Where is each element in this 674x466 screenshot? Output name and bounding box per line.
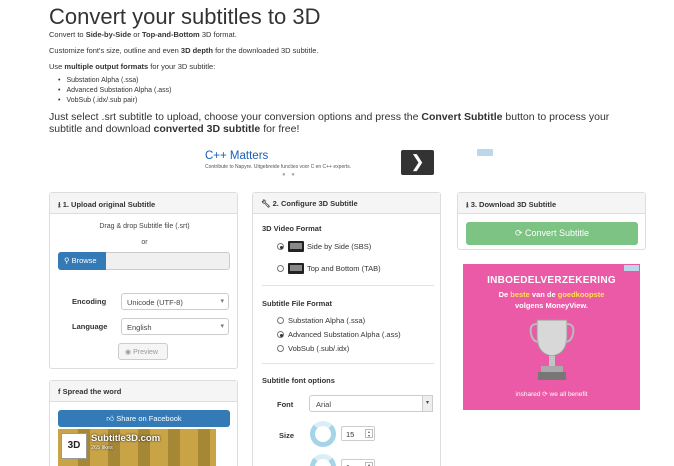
stepper-arrows-icon[interactable]: ▴▾	[365, 462, 373, 466]
option-vobsub[interactable]: VobSub (.sub/.idx)	[288, 344, 349, 353]
cover-stripe	[168, 429, 180, 466]
size-stepper[interactable]: 15 ▴ ▾	[341, 426, 375, 441]
convert-subtitle-button[interactable]: ⟳ Convert Subtitle	[466, 222, 638, 245]
preview-button[interactable]: ◉ Preview	[118, 343, 168, 360]
divider	[262, 363, 434, 364]
wrench-icon: 🔧︎	[261, 199, 273, 208]
chevron-down-icon: ▾	[422, 395, 433, 412]
or-text: or	[141, 239, 148, 246]
eye-icon: ◉	[125, 349, 134, 356]
font-select[interactable]: Arial ▾	[309, 395, 433, 412]
radio-ass[interactable]	[277, 331, 284, 338]
option-ass[interactable]: Advanced Substation Alpha (.ass)	[288, 330, 401, 339]
size-dial[interactable]	[310, 421, 336, 447]
list-item: Substation Alpha (.ssa)	[62, 76, 172, 86]
ad-title[interactable]: C++ Matters	[205, 150, 268, 162]
configure-panel-header: 🔧︎ 2. Configure 3D Subtitle	[253, 193, 440, 214]
size-label: Size	[279, 431, 295, 440]
side-advertisement[interactable]: INBOEDELVERZEKERING De beste van de goed…	[463, 264, 640, 410]
drag-drop-text: Drag & drop Subtitle file (.srt)	[99, 223, 190, 230]
file-format-label: Subtitle File Format	[262, 299, 333, 308]
output-formats-list: Substation Alpha (.ssa) Advanced Substat…	[62, 76, 172, 106]
divider	[262, 285, 434, 286]
radio-sbs[interactable]	[277, 243, 284, 250]
ad-heading: INBOEDELVERZEKERING	[487, 275, 616, 286]
browse-button[interactable]: ⚲ Browse	[58, 252, 106, 270]
tv-sbs-icon	[288, 241, 304, 252]
search-icon: ⚲	[64, 256, 72, 265]
spread-panel: f Spread the word 👍︎ Share on Facebook 3…	[49, 380, 238, 466]
outline-stepper[interactable]: 1 ▴▾	[341, 459, 375, 466]
encoding-select[interactable]: Unicode (UTF-8)	[121, 293, 229, 310]
page-name[interactable]: Subtitle3D.com	[91, 433, 160, 444]
ad-carousel-dots[interactable]: ● ●	[282, 172, 297, 178]
ad-tagline: De beste van de goedkoopste volgens Mone…	[498, 290, 605, 310]
adchoices-icon[interactable]	[624, 265, 639, 271]
option-sbs[interactable]: Side by Side (SBS)	[307, 242, 371, 251]
adchoices-icon[interactable]	[477, 149, 493, 156]
top-advertisement[interactable]: C++ Matters Contribute to Napyre. Uitgeb…	[200, 146, 440, 184]
file-input[interactable]: ⚲ Browse	[58, 252, 230, 270]
trophy-icon	[529, 319, 575, 380]
ad-footer: inshared ⟳ we all benefit	[515, 391, 588, 398]
tv-tab-icon	[288, 263, 304, 274]
list-item: VobSub (.idx/.sub pair)	[62, 96, 172, 106]
radio-vobsub[interactable]	[277, 345, 284, 352]
font-options-label: Subtitle font options	[262, 376, 335, 385]
option-ssa[interactable]: Substation Alpha (.ssa)	[288, 316, 365, 325]
upload-panel-header: ⭳ 1. Upload original Subtitle	[50, 193, 237, 214]
intro-line-format: Convert to Side-by-Side or Top-and-Botto…	[49, 30, 237, 39]
language-select[interactable]: English	[121, 318, 229, 335]
page-likes: 265 likes	[91, 445, 113, 451]
configure-panel: 🔧︎ 2. Configure 3D Subtitle 3D Video For…	[252, 192, 441, 466]
stepper-arrows-icon[interactable]: ▴▾	[365, 429, 373, 438]
page-title: Convert your subtitles to 3D	[49, 4, 321, 29]
font-label: Font	[277, 400, 294, 409]
download-panel: ⭳ 3. Download 3D Subtitle ⟳ Convert Subt…	[457, 192, 646, 250]
list-item: Advanced Substation Alpha (.ass)	[62, 86, 171, 96]
facebook-page-widget[interactable]: 3D Subtitle3D.com 265 likes	[58, 429, 216, 466]
intro-line-customize: Customize font's size, outline and even …	[49, 46, 319, 55]
intro-line-formats: Use multiple output formats for your 3D …	[49, 62, 216, 71]
ad-next-arrow-icon[interactable]: ❯	[401, 150, 434, 175]
outline-dial[interactable]	[310, 454, 336, 466]
radio-tab[interactable]	[277, 265, 284, 272]
encoding-label: Encoding	[72, 297, 107, 306]
share-facebook-button[interactable]: 👍︎ Share on Facebook	[58, 410, 230, 427]
download-panel-header: ⭳ 3. Download 3D Subtitle	[458, 193, 645, 214]
spread-panel-header: f Spread the word	[50, 381, 237, 402]
ad-subtitle: Contribute to Napyre. Uitgebreide functi…	[205, 164, 352, 170]
language-label: Language	[72, 322, 108, 331]
cover-stripe	[198, 429, 210, 466]
refresh-icon: ⟳	[514, 228, 525, 238]
upload-panel: ⭳ 1. Upload original Subtitle Drag & dro…	[49, 192, 238, 369]
page-logo[interactable]: 3D	[61, 433, 87, 459]
radio-ssa[interactable]	[277, 317, 284, 324]
video-format-label: 3D Video Format	[262, 224, 322, 233]
instructions-paragraph: Just select .srt subtitle to upload, cho…	[49, 111, 610, 135]
option-tab[interactable]: Top and Bottom (TAB)	[307, 264, 381, 273]
thumbs-up-icon: 👍︎	[106, 414, 117, 423]
